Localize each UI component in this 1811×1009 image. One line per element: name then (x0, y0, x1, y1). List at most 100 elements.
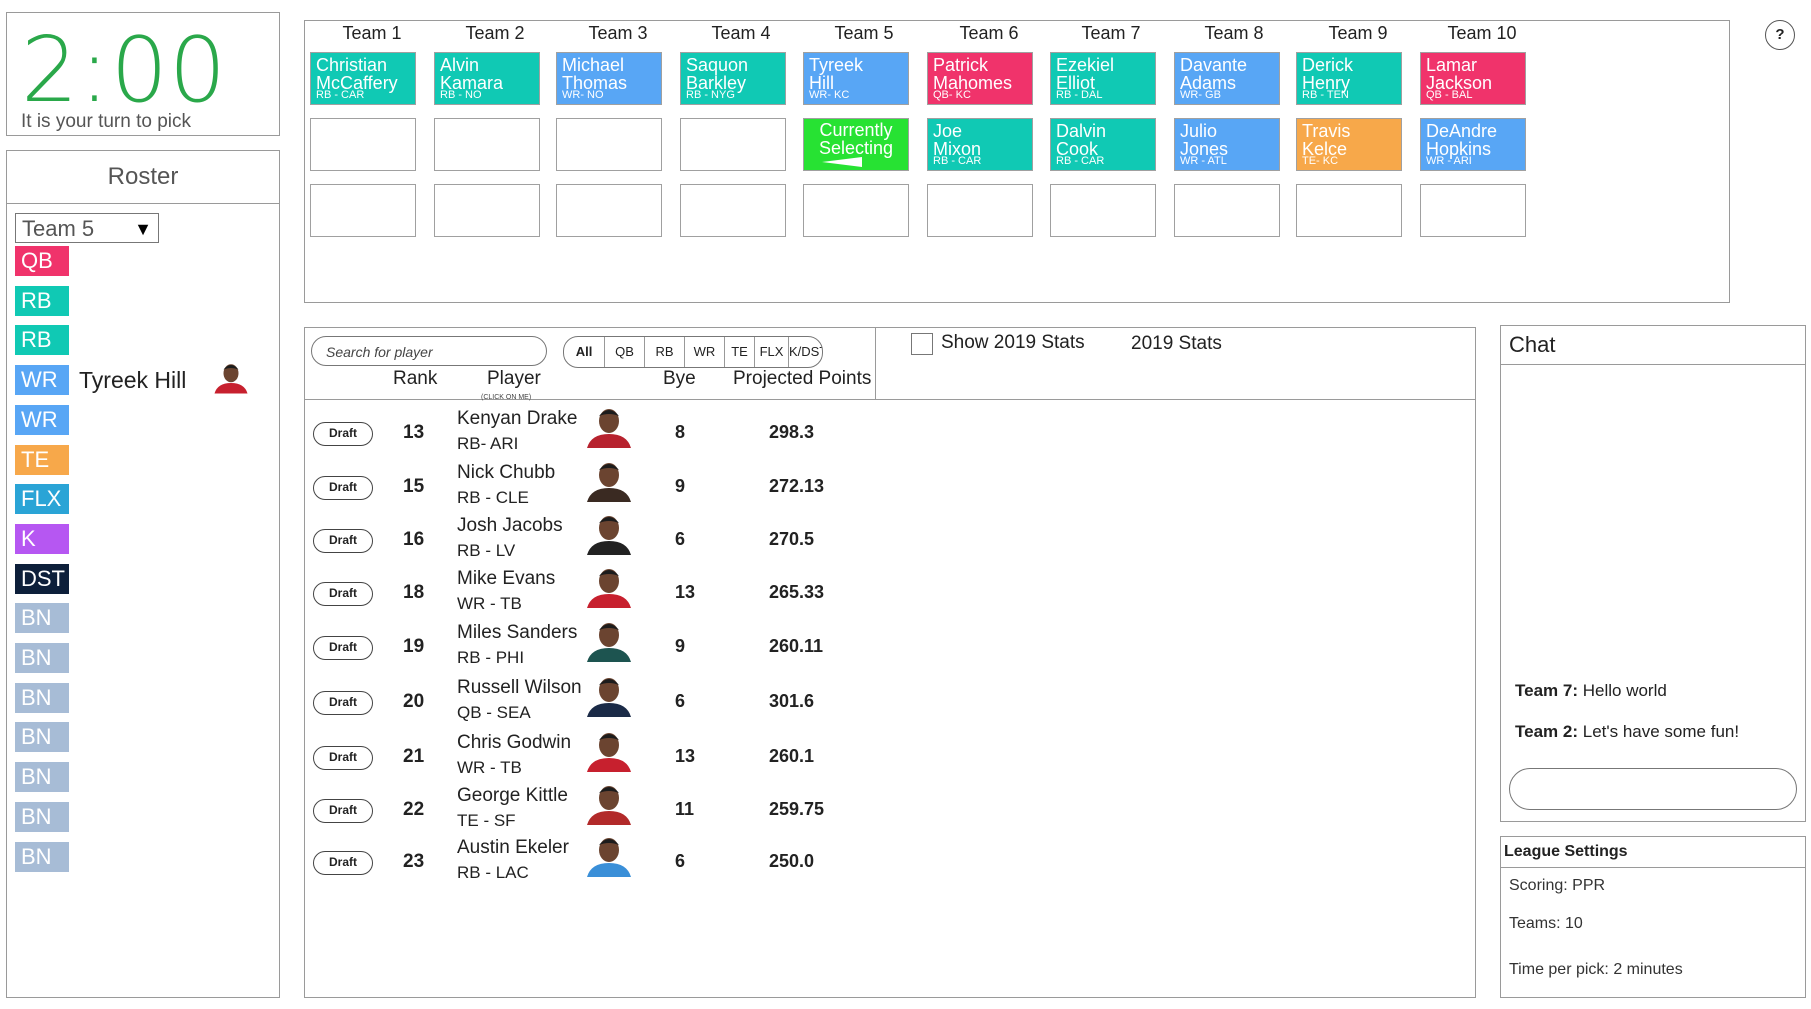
team-header: Team 4 (711, 23, 771, 43)
draft-button[interactable]: Draft (313, 582, 373, 606)
chat-sender: Team 7: (1515, 681, 1578, 700)
player-name[interactable]: Josh Jacobs (457, 515, 563, 537)
draft-button[interactable]: Draft (313, 636, 373, 660)
player-name[interactable]: George Kittle (457, 785, 568, 807)
currently-selecting-line1: Currently (819, 120, 893, 140)
pick-player-name: Travis Kelce (1302, 122, 1350, 158)
roster-slot[interactable]: BN (15, 762, 69, 793)
draft-pick-cell[interactable] (1296, 184, 1402, 237)
player-name[interactable]: Miles Sanders (457, 622, 577, 644)
filter-wr[interactable]: WR (684, 337, 724, 367)
filter-all[interactable]: All (564, 337, 604, 367)
draft-pick-cell[interactable] (434, 118, 540, 171)
roster-slot[interactable]: BN (15, 801, 69, 832)
draft-button[interactable]: Draft (313, 529, 373, 553)
draft-button[interactable]: Draft (313, 422, 373, 446)
pick-first-name: Alvin (440, 55, 480, 75)
chat-input[interactable] (1509, 768, 1797, 810)
roster-slot[interactable]: BN (15, 682, 69, 713)
pick-player-name: Julio Jones (1180, 122, 1228, 158)
player-position-team: QB - SEA (457, 703, 531, 722)
player-rank: 22 (403, 799, 425, 820)
player-photo-icon (587, 678, 631, 717)
roster-slot[interactable]: BN (15, 643, 69, 673)
player-name[interactable]: Kenyan Drake (457, 408, 577, 430)
draft-pick-cell[interactable] (1050, 184, 1156, 237)
player-name[interactable]: Mike Evans (457, 568, 555, 590)
filter-k-dst[interactable]: K/DST (788, 337, 822, 367)
col-rank: Rank (393, 368, 438, 389)
draft-pick-cell[interactable] (556, 184, 662, 237)
player-search-input[interactable]: Search for player (311, 336, 547, 366)
pick-player-name: Patrick Mahomes (933, 56, 1012, 92)
draft-button[interactable]: Draft (313, 851, 373, 875)
player-name[interactable]: Russell Wilson (457, 677, 582, 699)
draft-pick-cell[interactable] (556, 118, 662, 171)
show-stats-checkbox[interactable] (911, 333, 933, 355)
player-position-team: WR - TB (457, 594, 522, 613)
draft-pick-cell[interactable] (680, 184, 786, 237)
roster-slot[interactable]: DST (15, 563, 69, 594)
pick-player-name: Christian McCaffery (316, 56, 398, 92)
player-name[interactable]: Austin Ekeler (457, 837, 569, 859)
player-rank: 19 (403, 636, 425, 657)
draft-pick-cell[interactable] (434, 184, 540, 237)
pick-player-name: DeAndre Hopkins (1426, 122, 1497, 158)
draft-pick-cell: Derick Henry RB - TEN (1296, 52, 1402, 105)
player-name[interactable]: Chris Godwin (457, 732, 571, 754)
col-projected-points: Projected Points (733, 368, 872, 389)
roster-slot[interactable]: TE (15, 444, 69, 475)
filter-te[interactable]: TE (724, 337, 754, 367)
pick-position-team: WR- GB (1180, 89, 1221, 101)
draft-pick-cell: Christian McCaffery RB - CAR (310, 52, 416, 105)
pick-first-name: Michael (562, 55, 625, 75)
player-name[interactable]: Nick Chubb (457, 462, 555, 484)
roster-slot[interactable]: BN (15, 841, 69, 872)
draft-pick-cell[interactable] (310, 118, 416, 171)
pick-player-name: Dalvin Cook (1056, 122, 1106, 158)
draft-button[interactable]: Draft (313, 476, 373, 500)
team-header: Team 5 (834, 23, 894, 43)
roster-slot[interactable]: WR (15, 404, 69, 435)
draft-button[interactable]: Draft (313, 746, 373, 770)
draft-pick-cell[interactable] (310, 184, 416, 237)
roster-slot[interactable]: RB (15, 325, 69, 356)
roster-slot[interactable]: K (15, 523, 69, 554)
show-stats-label: Show 2019 Stats (941, 332, 1085, 353)
team-header: Team 10 (1447, 23, 1517, 43)
roster-slot[interactable]: BN (15, 722, 69, 753)
roster-slot-player: Tyreek Hill (79, 366, 187, 393)
roster-slot-position: BN (15, 603, 69, 634)
draft-pick-cell[interactable] (680, 118, 786, 171)
roster-slot[interactable]: QB (15, 246, 69, 276)
roster-slot-position: BN (15, 643, 69, 673)
team-select[interactable]: Team 5 ▼ (15, 213, 159, 243)
filter-flx[interactable]: FLX (754, 337, 788, 367)
help-button[interactable]: ? (1765, 20, 1795, 50)
roster-slot[interactable]: WR Tyreek Hill (15, 364, 252, 396)
player-position-team: RB - LAC (457, 863, 529, 882)
draft-pick-cell: Travis Kelce TE- KC (1296, 118, 1402, 171)
draft-pick-cell: Michael Thomas WR- NO (556, 52, 662, 105)
draft-button[interactable]: Draft (313, 799, 373, 823)
pick-position-team: RB - CAR (1056, 155, 1105, 167)
draft-pick-cell[interactable] (1174, 184, 1280, 237)
filter-rb[interactable]: RB (644, 337, 684, 367)
player-projected-points: 301.6 (769, 691, 815, 711)
team-header: Team 3 (588, 23, 648, 43)
setting-time-per-pick: Time per pick: 2 minutes (1509, 961, 1683, 978)
filter-qb[interactable]: QB (604, 337, 644, 367)
pick-player-name: Alvin Kamara (440, 56, 503, 92)
roster-slot-position: BN (15, 682, 69, 713)
roster-slot-position: BN (15, 762, 69, 793)
draft-pick-cell[interactable] (927, 184, 1033, 237)
draft-pick-cell[interactable] (1420, 184, 1526, 237)
roster-slot[interactable]: FLX (15, 484, 69, 515)
roster-slot[interactable]: RB (15, 285, 69, 316)
roster-slot[interactable]: BN (15, 603, 69, 634)
roster-panel: Roster Team 5 ▼ QB RB RB WR Tyreek Hill WR TE F… (6, 150, 280, 998)
draft-button[interactable]: Draft (313, 691, 373, 715)
player-avatar (210, 359, 252, 401)
team-header: Team 1 (342, 23, 402, 43)
draft-pick-cell[interactable] (803, 184, 909, 237)
